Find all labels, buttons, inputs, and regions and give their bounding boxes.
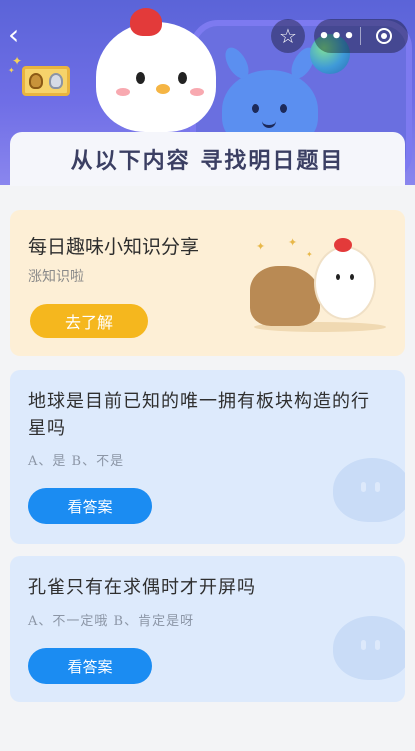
sparkle-icon: ✦ <box>256 240 266 253</box>
target-icon <box>376 28 392 44</box>
section-title: 从以下内容 寻找明日题目 <box>70 149 345 174</box>
question-card: 地球是目前已知的唯一拥有板块构造的行星吗 A、是 B、不是 看答案 <box>10 370 405 544</box>
daily-knowledge-card[interactable]: 每日趣味小知识分享 涨知识啦 去了解 ✦ ✦ ✦ <box>10 210 405 356</box>
question-card: 孔雀只有在求偶时才开屏吗 A、不一定哦 B、肯定是呀 看答案 <box>10 556 405 702</box>
chick-illustration <box>314 238 376 320</box>
view-answer-button[interactable]: 看答案 <box>28 488 152 524</box>
star-icon[interactable]: ☆ <box>271 19 305 53</box>
cat-illustration <box>250 266 320 326</box>
back-arrow-icon[interactable]: ‹ <box>8 21 34 49</box>
sparkle-icon: ✦ <box>306 250 313 259</box>
sparkle-icon: ✦ <box>8 66 15 75</box>
chat-bubble-icon <box>333 458 405 522</box>
sparkle-icon: ✦ <box>288 236 298 249</box>
question-options: A、是 B、不是 <box>28 454 125 469</box>
card-title: 每日趣味小知识分享 <box>28 236 200 258</box>
gold-medal-icon <box>29 73 43 89</box>
card-subtitle: 涨知识啦 <box>28 269 84 285</box>
close-mini-program-button[interactable] <box>361 28 407 44</box>
learn-more-button[interactable]: 去了解 <box>30 304 148 338</box>
question-text: 地球是目前已知的唯一拥有板块构造的行星吗 <box>28 391 370 439</box>
question-text: 孔雀只有在求偶时才开屏吗 <box>28 577 256 598</box>
chick-mascot-illustration <box>96 8 216 132</box>
chat-bubble-icon <box>333 616 405 680</box>
medal-badge-icon <box>22 66 70 96</box>
section-title-bar: 从以下内容 寻找明日题目 <box>10 132 405 186</box>
silver-medal-icon <box>49 73 63 89</box>
mini-program-capsule[interactable]: ••• <box>314 19 408 53</box>
more-button[interactable]: ••• <box>314 26 360 47</box>
view-answer-button[interactable]: 看答案 <box>28 648 152 684</box>
question-options: A、不一定哦 B、肯定是呀 <box>28 614 195 629</box>
